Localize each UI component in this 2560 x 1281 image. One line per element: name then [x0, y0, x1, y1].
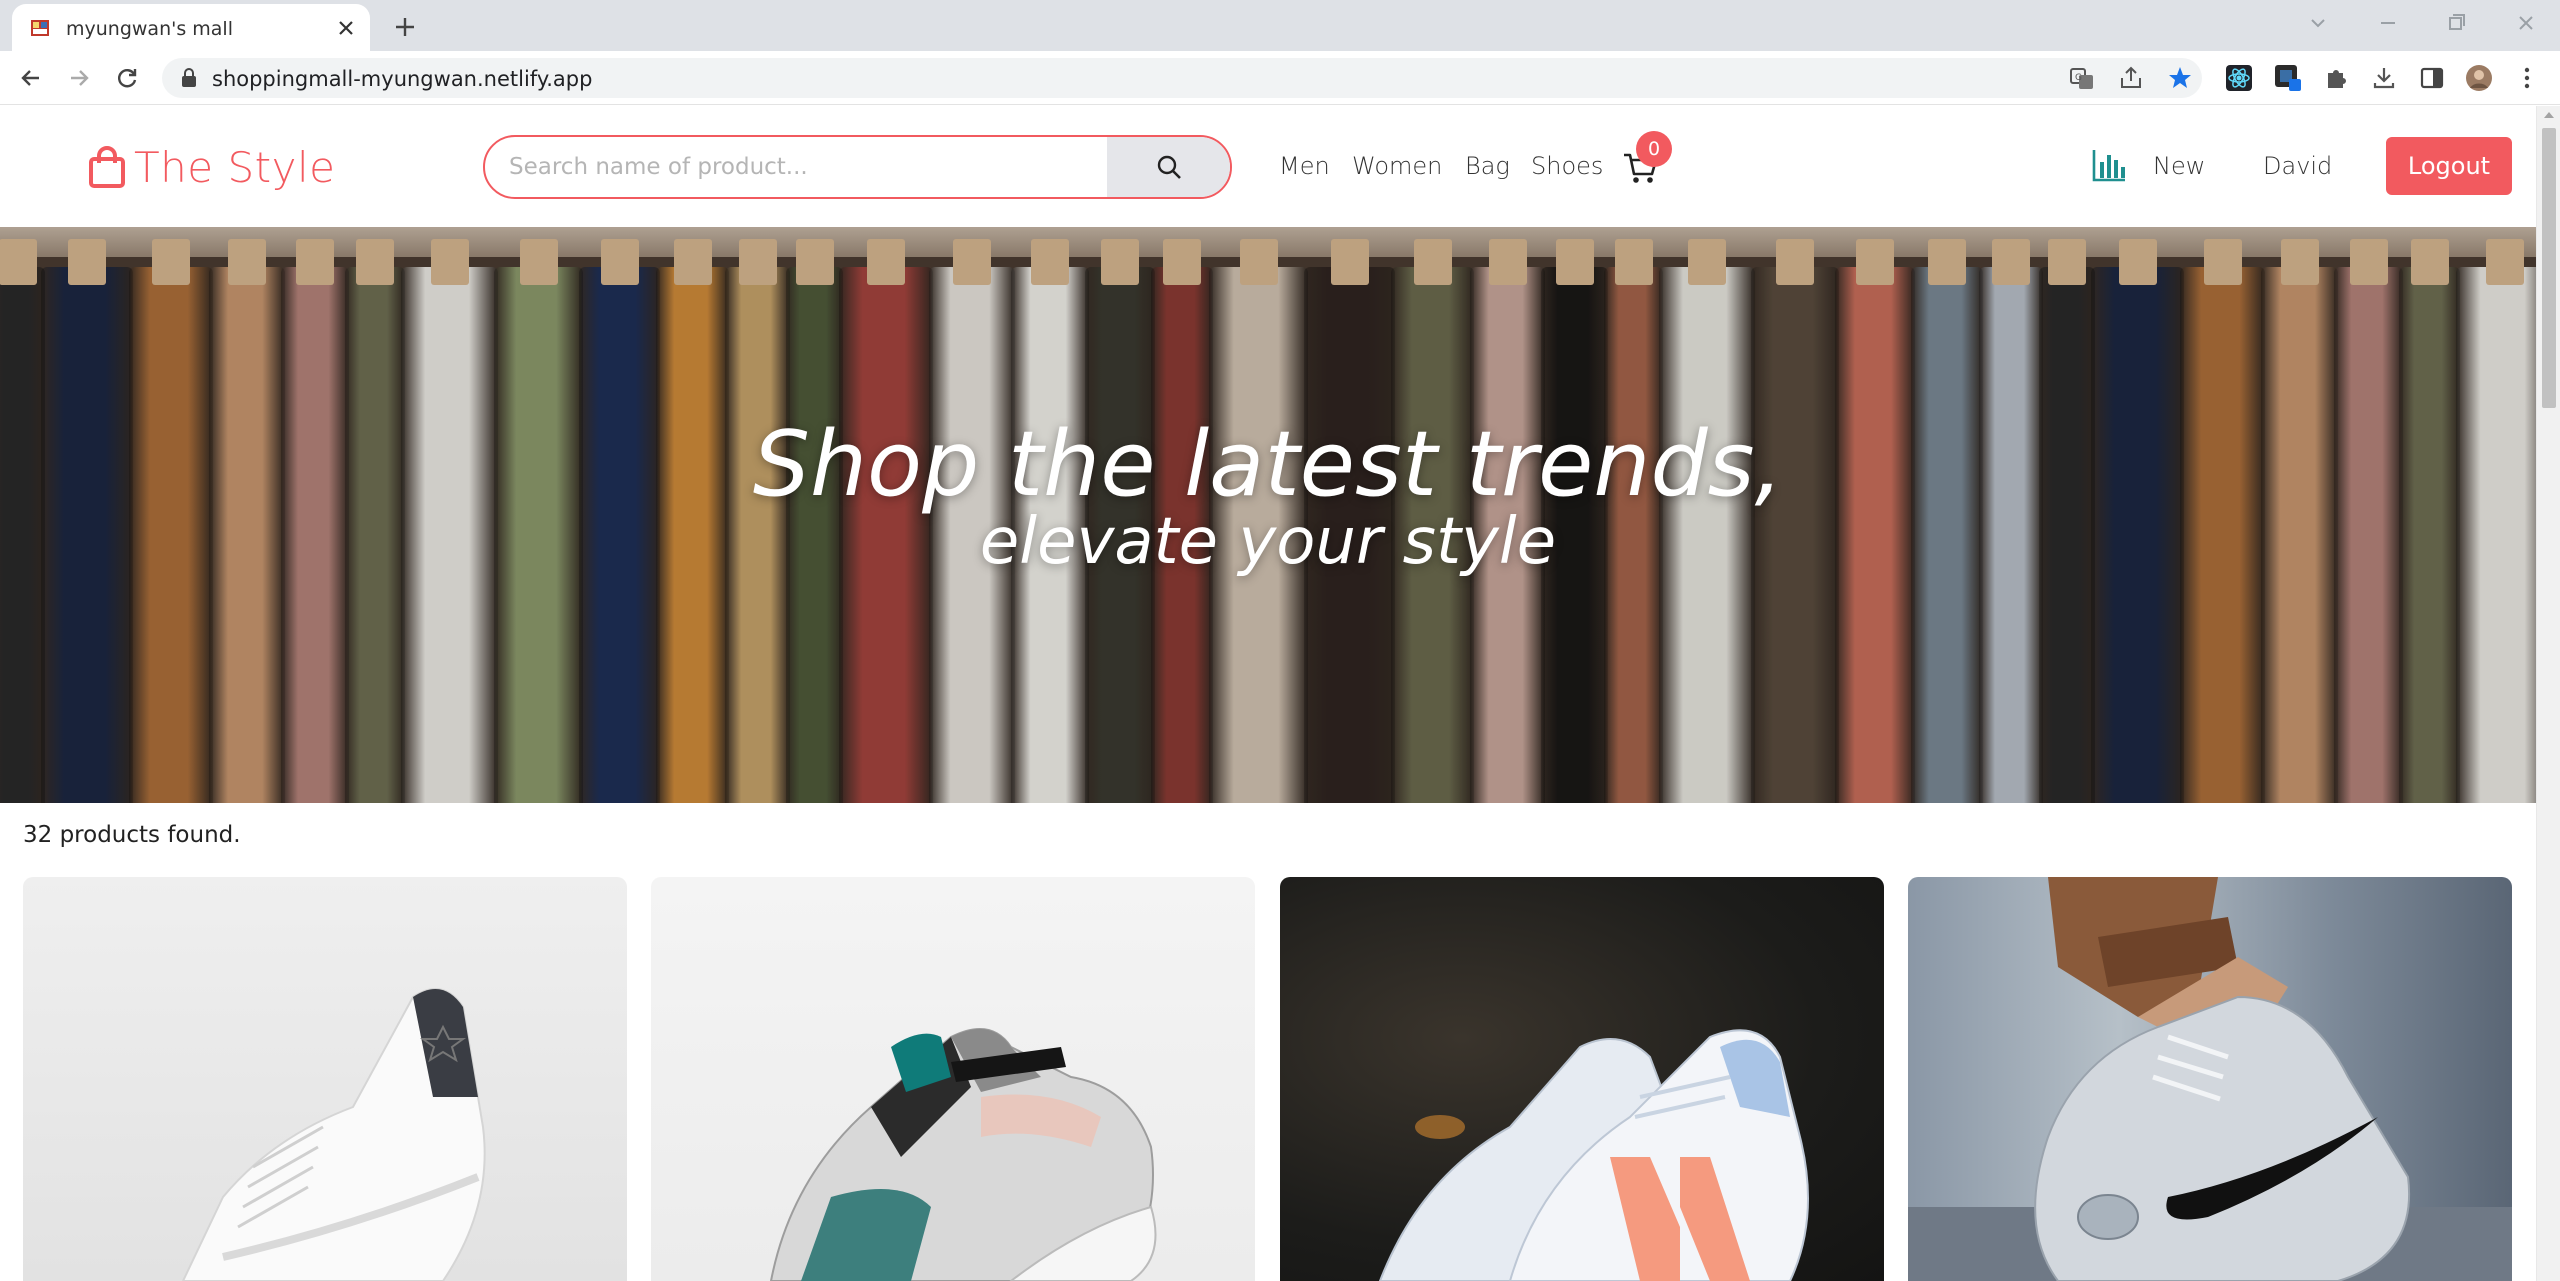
bookmark-star-icon[interactable] [2166, 64, 2194, 92]
back-arrow-icon[interactable] [17, 64, 45, 92]
cart-count-badge: 0 [1636, 131, 1672, 167]
svg-text:G: G [2075, 73, 2082, 83]
product-card[interactable] [23, 877, 627, 1281]
lock-icon[interactable] [180, 68, 198, 88]
nav-new[interactable]: New [2153, 152, 2205, 180]
extensions-puzzle-icon[interactable] [2322, 64, 2350, 92]
browser-tab[interactable]: myungwan's mall [12, 4, 370, 51]
nav-men[interactable]: Men [1279, 152, 1330, 180]
site-logo[interactable]: The Style [88, 142, 335, 192]
product-card[interactable] [1280, 877, 1884, 1281]
search-bar [483, 135, 1232, 199]
product-card[interactable] [1908, 877, 2512, 1281]
white-sneaker-image [181, 988, 486, 1281]
new-tab-icon[interactable] [390, 12, 420, 42]
user-name[interactable]: David [2263, 152, 2332, 180]
translate-icon[interactable]: G [2068, 64, 2096, 92]
side-panel-icon[interactable] [2418, 64, 2446, 92]
search-input[interactable] [485, 137, 1109, 197]
restore-icon[interactable] [2441, 10, 2471, 36]
bar-chart-icon[interactable] [2091, 147, 2127, 183]
search-button[interactable] [1107, 137, 1230, 197]
scroll-thumb[interactable] [2542, 128, 2556, 408]
more-menu-icon[interactable] [2513, 64, 2541, 92]
share-icon[interactable] [2117, 64, 2145, 92]
tab-title: myungwan's mall [66, 18, 233, 40]
tab-search-chevron-icon[interactable] [2303, 10, 2333, 36]
nav-shoes[interactable]: Shoes [1531, 152, 1603, 180]
search-icon [1157, 155, 1181, 179]
reload-icon[interactable] [113, 64, 141, 92]
url-text[interactable]: shoppingmall-myungwan.netlify.app [212, 67, 592, 91]
hero-subheadline: elevate your style [979, 505, 1557, 579]
forward-arrow-icon[interactable] [65, 64, 93, 92]
site-header: The Style Men Women Bag Shoes 0 New Davi… [0, 106, 2536, 227]
page-scrollbar[interactable] [2536, 106, 2560, 1281]
product-count: 32 products found. [23, 822, 241, 848]
hero-headline: Shop the latest trends, [752, 412, 1784, 517]
logout-button[interactable]: Logout [2386, 137, 2512, 195]
nike-sneaker-image [1908, 877, 2512, 1281]
store-favicon-icon [31, 20, 49, 36]
nav-bag[interactable]: Bag [1465, 152, 1510, 180]
close-window-icon[interactable] [2511, 10, 2541, 36]
react-devtools-extension-icon[interactable] [2225, 64, 2253, 92]
close-tab-icon[interactable] [334, 16, 358, 40]
address-bar[interactable]: shoppingmall-myungwan.netlify.app G [162, 58, 2202, 98]
profile-avatar-icon[interactable] [2465, 64, 2493, 92]
browser-toolbar: shoppingmall-myungwan.netlify.app G [0, 51, 2560, 105]
minimize-icon[interactable] [2373, 10, 2403, 36]
browser-tabstrip: myungwan's mall [0, 0, 2560, 51]
product-card[interactable] [651, 877, 1255, 1281]
logo-text: The Style [134, 142, 336, 192]
download-icon[interactable] [2370, 64, 2398, 92]
scroll-up-arrow-icon[interactable] [2544, 112, 2554, 118]
redux-devtools-extension-icon[interactable] [2274, 64, 2302, 92]
new-balance-sneaker-image [1378, 1029, 1809, 1281]
shopping-bag-icon [89, 146, 125, 188]
nav-women[interactable]: Women [1352, 152, 1442, 180]
hero-banner: Shop the latest trends, elevate your sty… [0, 227, 2536, 803]
calvin-klein-sneaker-image [769, 1028, 1157, 1281]
